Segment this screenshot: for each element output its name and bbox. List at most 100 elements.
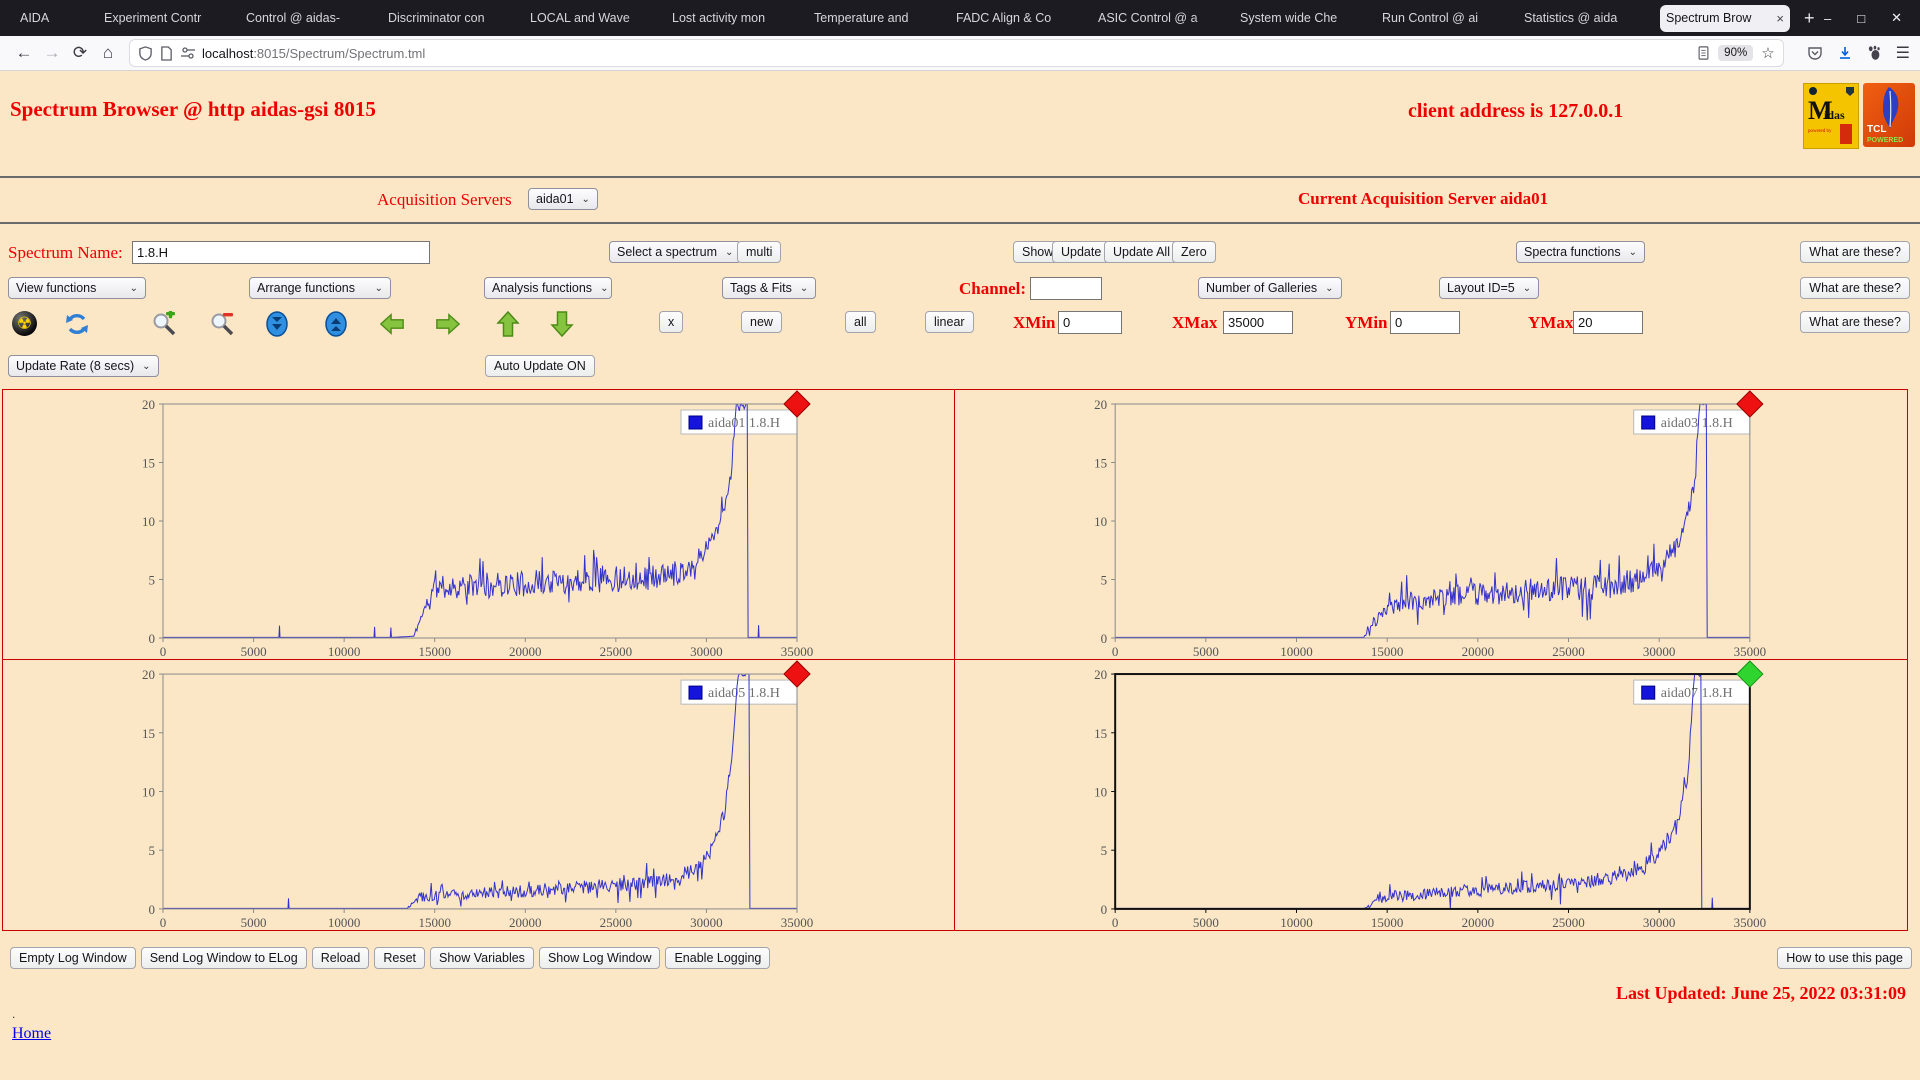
- svg-text:15: 15: [142, 456, 155, 471]
- svg-text:35000: 35000: [781, 644, 814, 659]
- multi-button[interactable]: multi: [737, 241, 781, 263]
- analysis-functions-dropdown[interactable]: Analysis functions⌄: [484, 277, 612, 299]
- ymin-input[interactable]: [1390, 311, 1460, 334]
- tab-strip: AIDA Experiment Contr Control @ aidas- D…: [6, 0, 1815, 36]
- window-minimize-button[interactable]: –: [1824, 11, 1831, 26]
- scroll-down-icon[interactable]: [264, 311, 290, 337]
- tab-close-icon[interactable]: ×: [1770, 11, 1784, 26]
- scroll-up-icon[interactable]: [323, 311, 349, 337]
- browser-tab-active[interactable]: Spectrum Brow ×: [1660, 5, 1790, 32]
- browser-tab[interactable]: Control @ aidas-: [240, 5, 370, 31]
- site-permissions-icon[interactable]: [180, 46, 196, 60]
- up-arrow-icon[interactable]: [495, 311, 521, 337]
- select-spectrum-dropdown[interactable]: Select a spectrum⌄: [609, 241, 741, 263]
- x-button[interactable]: x: [659, 311, 683, 333]
- what-are-these-button[interactable]: What are these?: [1800, 311, 1910, 333]
- previous-arrow-icon[interactable]: [379, 311, 405, 337]
- view-functions-dropdown[interactable]: View functions⌄: [8, 277, 146, 299]
- browser-tab[interactable]: ASIC Control @ a: [1092, 5, 1222, 31]
- browser-tab[interactable]: Statistics @ aida: [1518, 5, 1648, 31]
- forward-button[interactable]: →: [38, 40, 66, 66]
- spectrum-panel-aida01[interactable]: 0500010000150002000025000300003500005101…: [3, 390, 955, 660]
- xmin-input[interactable]: [1058, 311, 1122, 334]
- reload-button[interactable]: ⟳: [66, 40, 94, 66]
- svg-text:aida05 1.8.H: aida05 1.8.H: [708, 686, 780, 701]
- arrange-functions-dropdown[interactable]: Arrange functions⌄: [249, 277, 391, 299]
- browser-tab[interactable]: Discriminator con: [382, 5, 512, 31]
- svg-text:15: 15: [142, 726, 155, 741]
- window-maximize-button[interactable]: □: [1857, 11, 1865, 26]
- browser-tab[interactable]: LOCAL and Wave: [524, 5, 654, 31]
- back-button[interactable]: ←: [10, 40, 38, 66]
- update-button[interactable]: Update: [1052, 241, 1110, 263]
- spectrum-panel-aida07[interactable]: 0500010000150002000025000300003500005101…: [955, 660, 1907, 930]
- svg-text:20000: 20000: [1462, 915, 1495, 930]
- menu-icon[interactable]: ☰: [1896, 43, 1910, 63]
- xmax-input[interactable]: [1223, 311, 1293, 334]
- show-variables-button[interactable]: Show Variables: [430, 947, 534, 969]
- svg-text:15000: 15000: [1371, 915, 1404, 930]
- number-of-galleries-dropdown[interactable]: Number of Galleries⌄: [1198, 277, 1342, 299]
- next-arrow-icon[interactable]: [435, 311, 461, 337]
- new-tab-button[interactable]: +: [1804, 8, 1815, 29]
- svg-text:5: 5: [1101, 573, 1108, 588]
- channel-input[interactable]: [1030, 277, 1102, 300]
- send-log-to-elog-button[interactable]: Send Log Window to ELog: [141, 947, 307, 969]
- browser-tab[interactable]: System wide Che: [1234, 5, 1364, 31]
- browser-tab[interactable]: AIDA: [14, 5, 86, 31]
- radiation-icon[interactable]: ☢: [12, 311, 37, 336]
- spectrum-name-input[interactable]: [132, 241, 430, 264]
- spectra-functions-dropdown[interactable]: Spectra functions⌄: [1516, 241, 1645, 263]
- svg-text:30000: 30000: [690, 644, 723, 659]
- divider: [0, 222, 1920, 224]
- ymax-label: YMax: [1528, 313, 1573, 333]
- url-text: localhost:8015/Spectrum/Spectrum.tml: [202, 46, 1697, 61]
- zoom-level-badge[interactable]: 90%: [1718, 45, 1753, 61]
- update-all-button[interactable]: Update All: [1104, 241, 1179, 263]
- bookmark-star-icon[interactable]: ☆: [1761, 44, 1774, 62]
- svg-text:20000: 20000: [509, 644, 542, 659]
- update-rate-dropdown[interactable]: Update Rate (8 secs)⌄: [8, 355, 159, 377]
- acquisition-server-select[interactable]: aida01⌄: [528, 188, 598, 210]
- how-to-use-button[interactable]: How to use this page: [1777, 947, 1912, 969]
- window-close-button[interactable]: ✕: [1891, 10, 1902, 26]
- reader-view-icon[interactable]: [1697, 46, 1710, 60]
- browser-tab[interactable]: Experiment Contr: [98, 5, 228, 31]
- svg-text:15000: 15000: [418, 644, 451, 659]
- reset-button[interactable]: Reset: [374, 947, 425, 969]
- auto-update-button[interactable]: Auto Update ON: [485, 355, 595, 377]
- svg-text:15000: 15000: [418, 915, 451, 930]
- refresh-icon[interactable]: [64, 311, 90, 337]
- home-link[interactable]: Home: [12, 1025, 51, 1043]
- enable-logging-button[interactable]: Enable Logging: [665, 947, 770, 969]
- spectrum-panel-aida03[interactable]: 0500010000150002000025000300003500005101…: [955, 390, 1907, 660]
- show-log-window-button[interactable]: Show Log Window: [539, 947, 661, 969]
- tags-fits-dropdown[interactable]: Tags & Fits⌄: [722, 277, 816, 299]
- new-button[interactable]: new: [741, 311, 782, 333]
- layout-id-dropdown[interactable]: Layout ID=5⌄: [1439, 277, 1539, 299]
- empty-log-window-button[interactable]: Empty Log Window: [10, 947, 136, 969]
- browser-tab[interactable]: FADC Align & Co: [950, 5, 1080, 31]
- svg-text:0: 0: [1112, 915, 1119, 930]
- home-button[interactable]: ⌂: [94, 40, 122, 66]
- browser-tab[interactable]: Run Control @ ai: [1376, 5, 1506, 31]
- url-bar[interactable]: localhost:8015/Spectrum/Spectrum.tml 90%…: [130, 40, 1783, 66]
- zero-button[interactable]: Zero: [1172, 241, 1216, 263]
- page-info-icon[interactable]: [160, 46, 173, 61]
- browser-tab[interactable]: Lost activity mon: [666, 5, 796, 31]
- down-arrow-icon[interactable]: [549, 311, 575, 337]
- shield-icon[interactable]: [138, 46, 153, 61]
- download-icon[interactable]: [1837, 45, 1853, 61]
- all-button[interactable]: all: [845, 311, 876, 333]
- pocket-icon[interactable]: [1807, 45, 1823, 61]
- zoom-in-icon[interactable]: [151, 311, 177, 337]
- what-are-these-button[interactable]: What are these?: [1800, 241, 1910, 263]
- gnome-foot-icon[interactable]: [1867, 45, 1882, 61]
- ymax-input[interactable]: [1573, 311, 1643, 334]
- reload-button-page[interactable]: Reload: [312, 947, 370, 969]
- linear-button[interactable]: linear: [925, 311, 974, 333]
- what-are-these-button[interactable]: What are these?: [1800, 277, 1910, 299]
- browser-tab[interactable]: Temperature and: [808, 5, 938, 31]
- spectrum-panel-aida05[interactable]: 0500010000150002000025000300003500005101…: [3, 660, 955, 930]
- zoom-out-icon[interactable]: [209, 311, 235, 337]
